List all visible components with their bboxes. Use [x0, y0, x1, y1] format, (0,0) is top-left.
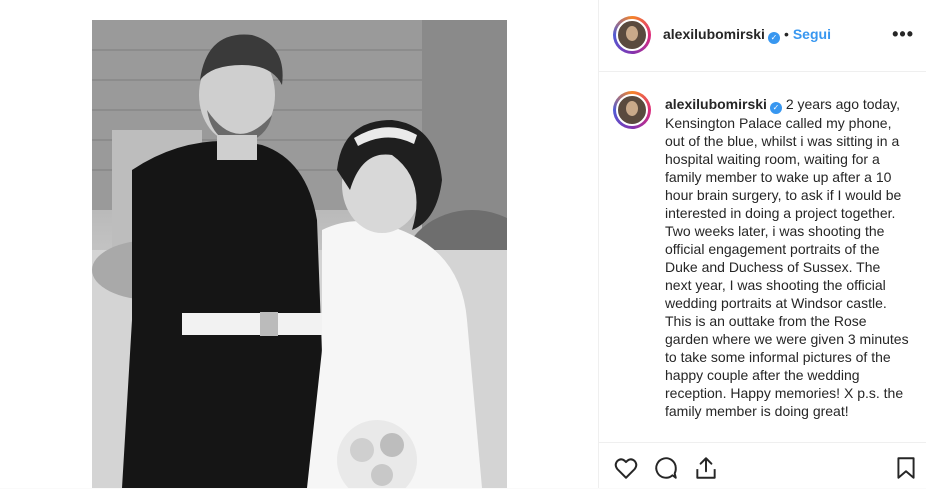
- verified-badge-icon: ✓: [767, 32, 780, 44]
- follow-button[interactable]: Segui: [793, 26, 831, 42]
- heart-icon[interactable]: [613, 455, 639, 481]
- avatar[interactable]: [613, 16, 651, 54]
- action-bar: [599, 442, 926, 489]
- comments-area: alexilubomirski ✓ 2 years ago today, Kens…: [599, 72, 926, 442]
- comment-icon[interactable]: [653, 455, 679, 481]
- bookmark-icon[interactable]: [893, 455, 919, 481]
- caption-username[interactable]: alexilubomirski: [665, 96, 767, 112]
- share-icon[interactable]: [693, 455, 719, 481]
- post-side-panel: alexilubomirski ✓ • Segui ••• alexilubomirs…: [599, 0, 926, 488]
- post-header: alexilubomirski ✓ • Segui •••: [599, 0, 926, 72]
- caption-verified-badge-icon: ✓: [769, 102, 782, 114]
- header-user-line: alexilubomirski ✓ • Segui: [663, 26, 831, 44]
- more-options-button[interactable]: •••: [892, 24, 914, 45]
- post-caption: alexilubomirski ✓ 2 years ago today, Kens…: [665, 95, 910, 420]
- post-photo[interactable]: [92, 20, 507, 488]
- caption-profile-picture: [616, 94, 648, 126]
- post-media-area: [0, 0, 599, 488]
- header-username[interactable]: alexilubomirski: [663, 26, 765, 42]
- profile-picture: [616, 19, 648, 51]
- wedding-photo-illustration: [92, 20, 507, 488]
- caption-text: 2 years ago today, Kensington Palace cal…: [665, 96, 909, 419]
- separator-dot: •: [783, 26, 789, 42]
- caption-avatar[interactable]: [613, 91, 651, 129]
